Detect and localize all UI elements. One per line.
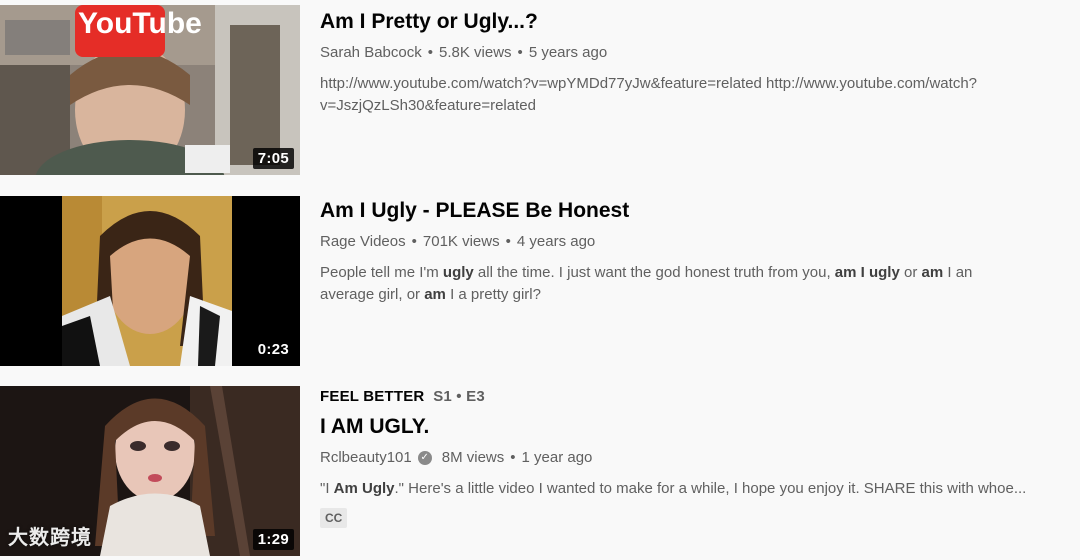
video-meta: Rclbeauty101 ✓ 8M views • 1 year ago — [320, 448, 1060, 468]
view-count: 5.8K views — [439, 44, 512, 61]
desc-highlight: am I ugly — [834, 264, 900, 281]
view-count: 701K views — [422, 233, 500, 250]
video-title[interactable]: I AM UGLY. — [320, 414, 1060, 440]
meta-separator: • — [505, 233, 511, 250]
closed-captions-badge: CC — [320, 508, 348, 528]
video-description: http://www.youtube.com/watch?v=wpYMDd77y… — [320, 73, 1060, 117]
video-info-1: Am I Pretty or Ugly...? Sarah Babcock • … — [320, 5, 1060, 117]
desc-text: I an — [943, 264, 973, 281]
desc-text: "I — [320, 480, 334, 497]
desc-highlight: am — [921, 264, 944, 281]
video-thumbnail-1[interactable]: YouTube 7:05 — [0, 5, 300, 175]
series-badge[interactable]: FEEL BETTER S1 • E3 — [320, 388, 1060, 410]
upload-age: 1 year ago — [521, 449, 593, 466]
channel-name[interactable]: Sarah Babcock — [320, 43, 422, 63]
desc-text: all the time. I just want the god honest… — [473, 264, 835, 281]
desc-text: average girl, or — [320, 286, 425, 303]
channel-name[interactable]: Rage Videos — [320, 232, 406, 252]
video-duration: 1:29 — [252, 529, 294, 550]
meta-separator: • — [411, 233, 417, 250]
upload-age: 4 years ago — [516, 233, 596, 250]
view-count: 8M views — [441, 449, 505, 466]
check-circle-icon: ✓ — [417, 451, 432, 465]
desc-text: ." Here's a little video I wanted to mak… — [394, 480, 1027, 497]
desc-text: or — [899, 264, 922, 281]
video-meta: Rage Videos • 701K views • 4 years ago — [320, 232, 1060, 252]
meta-separator: • — [510, 449, 516, 466]
series-name: FEEL BETTER — [320, 388, 425, 405]
desc-text: I a pretty girl? — [445, 286, 541, 303]
upload-age: 5 years ago — [528, 44, 608, 61]
watermark-text: 大数跨境 — [8, 527, 92, 549]
youtube-logo-overlay: YouTube — [78, 7, 202, 40]
channel-name[interactable]: Rclbeauty101 — [320, 448, 412, 468]
video-result-1[interactable]: YouTube 7:05 Am I Pretty or Ugly...? Sar… — [0, 5, 1080, 175]
meta-separator: • — [517, 44, 523, 61]
video-meta: Sarah Babcock • 5.8K views • 5 years ago — [320, 43, 1060, 63]
desc-text: People tell me I'm — [320, 264, 443, 281]
video-title[interactable]: Am I Pretty or Ugly...? — [320, 9, 1060, 35]
description-line-1: People tell me I'm ugly all the time. I … — [320, 262, 1060, 284]
video-info-2: Am I Ugly - PLEASE Be Honest Rage Videos… — [320, 196, 1060, 306]
desc-highlight: Am Ugly — [333, 480, 395, 497]
video-description: People tell me I'm ugly all the time. I … — [320, 262, 1060, 306]
video-duration: 7:05 — [252, 148, 294, 169]
desc-highlight: ugly — [442, 264, 474, 281]
desc-highlight: am — [424, 286, 446, 303]
meta-separator: • — [427, 44, 433, 61]
description-line-2: average girl, or am I a pretty girl? — [320, 284, 1060, 306]
video-description: "I Am Ugly." Here's a little video I wan… — [320, 478, 1065, 500]
description-line-2: v=JszjQzLSh30&feature=related — [320, 97, 536, 114]
video-thumbnail-3[interactable]: 大数跨境 1:29 — [0, 386, 300, 556]
video-result-3[interactable]: 大数跨境 1:29 FEEL BETTER S1 • E3 I AM UGLY.… — [0, 386, 1080, 556]
description-line-1: http://www.youtube.com/watch?v=wpYMDd77y… — [320, 75, 977, 92]
video-result-2[interactable]: 0:23 Am I Ugly - PLEASE Be Honest Rage V… — [0, 196, 1080, 366]
video-thumbnail-2[interactable]: 0:23 — [0, 196, 300, 366]
episode-label: S1 • E3 — [433, 388, 485, 405]
video-info-3: FEEL BETTER S1 • E3 I AM UGLY. Rclbeauty… — [320, 386, 1060, 528]
video-duration: 0:23 — [252, 339, 294, 360]
video-title[interactable]: Am I Ugly - PLEASE Be Honest — [320, 198, 1060, 224]
